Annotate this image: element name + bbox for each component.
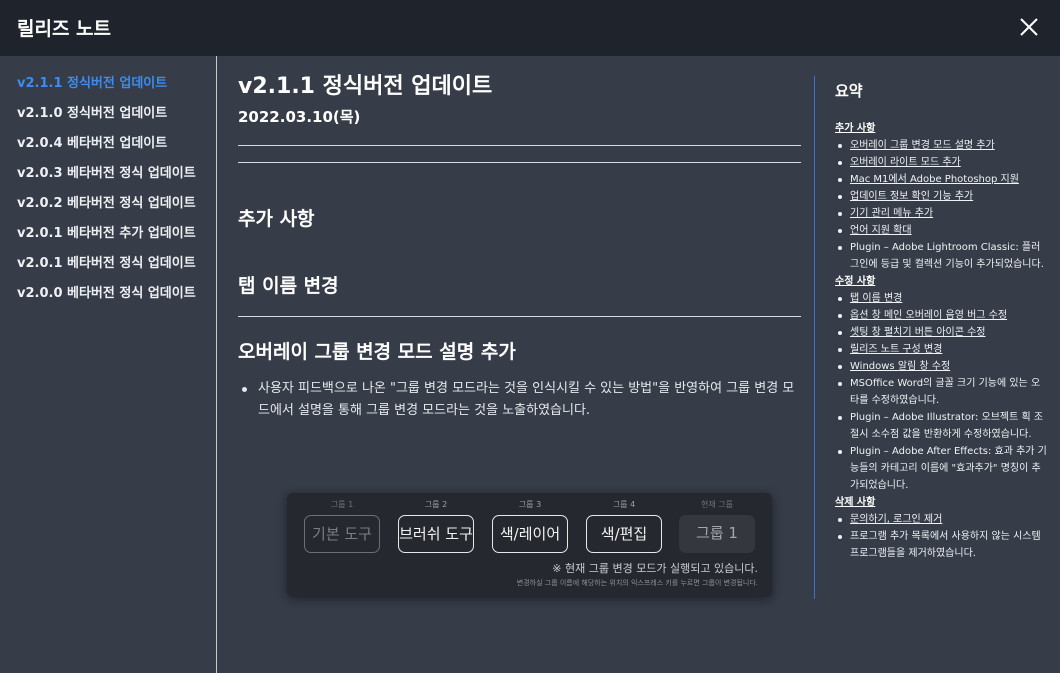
sidebar-item-v2-1-0[interactable]: v2.1.0 정식버전 업데이트 (17, 102, 167, 121)
summary-heading-removed: 삭제 사항 (835, 497, 876, 508)
page-title: v2.1.1 정식버전 업데이트 (238, 74, 493, 99)
section-heading-added: 추가 사항 (238, 208, 315, 230)
feature-description: 사용자 피드백으로 나온 "그룹 변경 모드라는 것을 인식시킬 수 있는 방법… (242, 378, 803, 422)
group-mode-note: ※ 현재 그룹 변경 모드가 실행되고 있습니다. (552, 562, 758, 575)
sidebar: v2.1.1 정식버전 업데이트 v2.1.0 정식버전 업데이트 v2.0.4… (0, 56, 217, 673)
group-label: 그룹 4 (612, 500, 636, 509)
group-label: 그룹 1 (330, 500, 354, 509)
sidebar-item-v2-0-4[interactable]: v2.0.4 베타버전 업데이트 (17, 132, 167, 151)
group-button: 브러쉬 도구 (398, 515, 474, 553)
release-date: 2022.03.10(목) (238, 108, 361, 126)
summary-panel: 요약 추가 사항 오버레이 그룹 변경 모드 설명 추가 오버레이 라이트 모드… (835, 80, 1047, 562)
sidebar-item-v2-0-2[interactable]: v2.0.2 베타버전 정식 업데이트 (17, 192, 196, 211)
summary-link[interactable]: 오버레이 그룹 변경 모드 설명 추가 (835, 137, 1047, 154)
summary-item: MSOffice Word의 글꼴 크기 기능에 있는 오타를 수정하였습니다. (835, 375, 1047, 409)
summary-item: 프로그램 추가 목록에서 사용하지 않는 시스템 프로그램들을 제거하였습니다. (835, 528, 1047, 562)
release-content: v2.1.1 정식버전 업데이트 2022.03.10(목) 추가 사항 탭 이… (218, 56, 814, 673)
summary-divider (814, 76, 815, 599)
overlay-group-screenshot: 그룹 1 그룹 2 그룹 3 그룹 4 현재 그룹 기본 도구 브러쉬 도구 색… (287, 493, 772, 597)
summary-item: Plugin – Adobe After Effects: 효과 추가 기능들의… (835, 443, 1047, 494)
window-title: 릴리즈 노트 (17, 18, 112, 40)
summary-link[interactable]: 기기 관리 메뉴 추가 (835, 205, 1047, 222)
summary-link[interactable]: 업데이트 정보 확인 기능 추가 (835, 188, 1047, 205)
group-button: 색/편집 (586, 515, 662, 553)
sidebar-item-v2-0-0[interactable]: v2.0.0 베타버전 정식 업데이트 (17, 282, 196, 301)
section-heading-tab-rename: 탭 이름 변경 (238, 275, 339, 297)
divider (238, 145, 801, 146)
sidebar-item-v2-1-1[interactable]: v2.1.1 정식버전 업데이트 (17, 72, 167, 91)
summary-link[interactable]: 오버레이 라이트 모드 추가 (835, 154, 1047, 171)
summary-heading-added: 추가 사항 (835, 123, 876, 134)
group-label: 현재 그룹 (701, 500, 733, 509)
summary-title: 요약 (835, 82, 863, 100)
summary-link[interactable]: Mac M1에서 Adobe Photoshop 지원 (835, 171, 1047, 188)
summary-link[interactable]: 문의하기, 로그인 제거 (835, 511, 1047, 528)
title-bar: 릴리즈 노트 (0, 0, 1060, 56)
group-button: 기본 도구 (304, 515, 380, 553)
sidebar-item-v2-0-1-added[interactable]: v2.0.1 베타버전 추가 업데이트 (17, 222, 196, 241)
summary-link[interactable]: 탭 이름 변경 (835, 290, 1047, 307)
summary-item: Plugin – Adobe Lightroom Classic: 플러그인에 … (835, 239, 1047, 273)
current-group-box: 그룹 1 (679, 515, 755, 553)
sidebar-item-v2-0-1[interactable]: v2.0.1 베타버전 정식 업데이트 (17, 252, 196, 271)
group-label: 그룹 3 (518, 500, 542, 509)
summary-heading-fixed: 수정 사항 (835, 276, 876, 287)
sidebar-item-v2-0-3[interactable]: v2.0.3 베타버전 정식 업데이트 (17, 162, 196, 181)
summary-link[interactable]: Windows 알림 창 수정 (835, 358, 1047, 375)
summary-link[interactable]: 언어 지원 확대 (835, 222, 1047, 239)
summary-link[interactable]: 셋팅 창 펼치기 버튼 아이콘 수정 (835, 324, 1047, 341)
summary-link[interactable]: 옵션 창 메인 오버레이 음영 버그 수정 (835, 307, 1047, 324)
summary-link[interactable]: 릴리즈 노트 구성 변경 (835, 341, 1047, 358)
close-icon[interactable] (1015, 13, 1043, 41)
group-button: 색/레이어 (492, 515, 568, 553)
group-label: 그룹 2 (424, 500, 448, 509)
section-heading-overlay-group: 오버레이 그룹 변경 모드 설명 추가 (238, 341, 516, 363)
summary-item: Plugin – Adobe Illustrator: 오브젝트 획 조절시 소… (835, 409, 1047, 443)
divider (238, 162, 801, 163)
group-mode-footnote: 변경하실 그룹 이름에 해당하는 위치의 익스프레스 키를 누르면 그룹이 변경… (516, 579, 758, 587)
divider (238, 316, 801, 317)
